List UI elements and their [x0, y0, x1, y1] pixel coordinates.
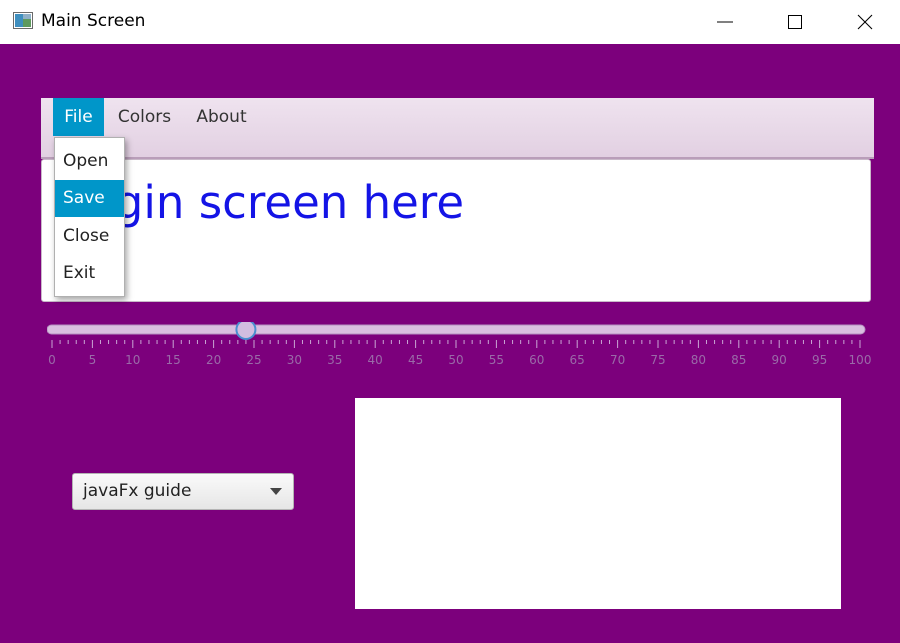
slider-tick-label: 55: [489, 353, 504, 367]
menu-item-save[interactable]: Save: [55, 180, 124, 217]
guide-combo-box[interactable]: javaFx guide: [72, 473, 294, 510]
window-title: Main Screen: [41, 11, 146, 31]
login-panel: Login screen here: [41, 159, 871, 302]
slider-tick-label: 15: [166, 353, 181, 367]
slider-graphic: 0 5 10 15 20 25 30 35 40 45 50 55 60 65 70 75 80 85 90 95 10…: [47, 322, 872, 367]
slider-tick-label: 95: [812, 353, 827, 367]
slider-tick-label: 50: [448, 353, 463, 367]
slider-thumb: [235, 322, 257, 340]
slider-tick-label: 20: [206, 353, 221, 367]
slider-tick-label: 5: [89, 353, 97, 367]
slider-tick-label: 60: [529, 353, 544, 367]
slider-tick-label: 85: [731, 353, 746, 367]
close-icon: [857, 14, 873, 30]
slider-tick-label: 100: [849, 353, 872, 367]
menu-file[interactable]: File: [53, 98, 104, 136]
app-icon: [13, 12, 33, 29]
slider-tick-label: 35: [327, 353, 342, 367]
content-area: File Colors About Login screen here Open…: [0, 44, 900, 643]
slider-tick-label: 30: [287, 353, 302, 367]
slider-tick-label: 25: [246, 353, 261, 367]
maximize-button[interactable]: [760, 0, 830, 44]
main-window: Main Screen File Colors About Login scre…: [0, 0, 900, 643]
slider-tick-label: 80: [691, 353, 706, 367]
close-button[interactable]: [830, 0, 900, 44]
value-slider[interactable]: 0 5 10 15 20 25 30 35 40 45 50 55 60 65 70 75 80 85 90 95 10…: [47, 322, 871, 372]
minimize-icon: [717, 21, 733, 23]
menu-bar: File Colors About: [41, 98, 874, 159]
file-menu-dropdown: Open Save Close Exit: [54, 137, 125, 297]
menu-about[interactable]: About: [188, 98, 255, 136]
menu-item-exit[interactable]: Exit: [55, 255, 124, 292]
slider-tick-label: 45: [408, 353, 423, 367]
chevron-down-icon: [270, 488, 282, 495]
slider-track: [47, 324, 866, 335]
slider-tick-label: 65: [570, 353, 585, 367]
menu-colors[interactable]: Colors: [111, 98, 178, 136]
maximize-icon: [788, 15, 802, 29]
combo-value: javaFx guide: [83, 481, 192, 501]
slider-tick-label: 40: [368, 353, 383, 367]
title-bar[interactable]: Main Screen: [0, 0, 900, 44]
menu-item-open[interactable]: Open: [55, 143, 124, 180]
slider-tick-label: 90: [772, 353, 787, 367]
menu-item-close[interactable]: Close: [55, 218, 124, 255]
slider-tick-label: 10: [125, 353, 140, 367]
slider-tick-label: 75: [650, 353, 665, 367]
slider-tick-label: 0: [48, 353, 56, 367]
slider-tick-label: 70: [610, 353, 625, 367]
minimize-button[interactable]: [690, 0, 760, 44]
canvas-area: [355, 398, 841, 609]
